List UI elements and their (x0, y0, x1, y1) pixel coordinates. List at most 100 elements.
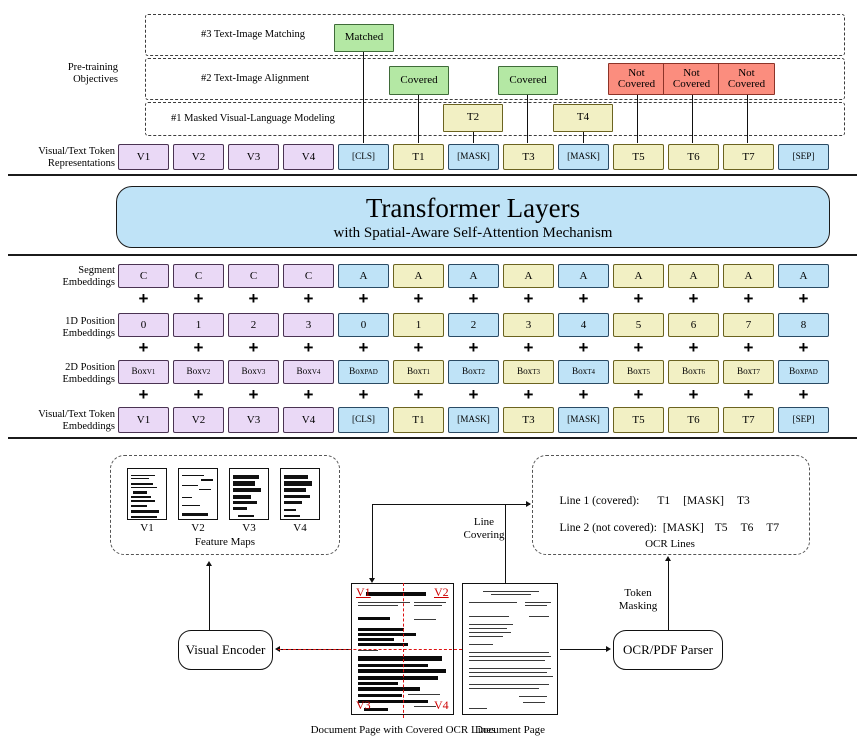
position-1d-embedding-10[interactable]: 5 (613, 313, 664, 337)
position-1d-embedding-13[interactable]: 8 (778, 313, 829, 337)
token-embedding-3[interactable]: V3 (228, 407, 279, 433)
covered-page-redaction (358, 656, 442, 661)
token-embedding-2[interactable]: V2 (173, 407, 224, 433)
position-1d-embedding-8[interactable]: 3 (503, 313, 554, 337)
segment-embedding-4-label: C (304, 269, 313, 282)
segment-embedding-11[interactable]: A (668, 264, 719, 288)
token-embedding-8[interactable]: T3 (503, 407, 554, 433)
token-representation-2[interactable]: V2 (173, 144, 224, 170)
position-2d-embedding-2-subscript: V2 (201, 367, 211, 376)
position-2d-embedding-13[interactable]: Box PAD (778, 360, 829, 384)
token-embedding-6[interactable]: T1 (393, 407, 444, 433)
segment-embedding-4[interactable]: C (283, 264, 334, 288)
token-embedding-7[interactable]: [MASK] (448, 407, 499, 433)
output-not-covered-2[interactable]: Not Covered (663, 63, 720, 95)
token-representation-8[interactable]: T3 (503, 144, 554, 170)
position-2d-embedding-8-base: Box (516, 366, 533, 377)
token-embedding-13[interactable]: [SEP] (778, 407, 829, 433)
segment-embedding-1[interactable]: C (118, 264, 169, 288)
position-1d-embedding-6[interactable]: 1 (393, 313, 444, 337)
position-1d-embedding-12[interactable]: 7 (723, 313, 774, 337)
visual-encoder-box[interactable]: Visual Encoder (178, 630, 273, 670)
segment-embedding-3-label: C (249, 269, 258, 282)
output-covered-1[interactable]: Covered (389, 66, 449, 95)
feature-map-thumbnail-3[interactable] (229, 468, 269, 520)
position-2d-embedding-8[interactable]: Box T3 (503, 360, 554, 384)
position-2d-embedding-9[interactable]: Box T4 (558, 360, 609, 384)
transformer-layers-box[interactable]: Transformer Layers with Spatial-Aware Se… (116, 186, 830, 248)
position-1d-embedding-2[interactable]: 1 (173, 313, 224, 337)
segment-embedding-7[interactable]: A (448, 264, 499, 288)
position-1d-embedding-3[interactable]: 2 (228, 313, 279, 337)
segment-embedding-5[interactable]: A (338, 264, 389, 288)
token-representation-1[interactable]: V1 (118, 144, 169, 170)
token-embedding-9[interactable]: [MASK] (558, 407, 609, 433)
position-1d-embedding-9[interactable]: 4 (558, 313, 609, 337)
feature-map-mark (284, 475, 308, 479)
segment-embedding-3[interactable]: C (228, 264, 279, 288)
position-2d-embedding-6-base: Box (406, 366, 423, 377)
position-1d-embedding-11[interactable]: 6 (668, 313, 719, 337)
token-representation-3[interactable]: V3 (228, 144, 279, 170)
token-representation-12[interactable]: T7 (723, 144, 774, 170)
document-page-line (469, 676, 553, 677)
token-representation-13[interactable]: [SEP] (778, 144, 829, 170)
output-not-covered-3[interactable]: Not Covered (718, 63, 775, 95)
ocr-pdf-parser-box[interactable]: OCR/PDF Parser (613, 630, 723, 670)
token-representation-9[interactable]: [MASK] (558, 144, 609, 170)
segment-embedding-8[interactable]: A (503, 264, 554, 288)
feature-map-thumbnail-2[interactable] (178, 468, 218, 520)
token-representation-6[interactable]: T1 (393, 144, 444, 170)
token-embedding-11[interactable]: T6 (668, 407, 719, 433)
token-representation-5[interactable]: [CLS] (338, 144, 389, 170)
output-covered-2[interactable]: Covered (498, 66, 558, 95)
token-representation-7[interactable]: [MASK] (448, 144, 499, 170)
covered-page-redaction (358, 633, 416, 636)
plus-sign-position2d-2: + (193, 385, 204, 404)
position-2d-embedding-3[interactable]: Box V3 (228, 360, 279, 384)
position-2d-embedding-11[interactable]: Box T6 (668, 360, 719, 384)
position-1d-embedding-1[interactable]: 0 (118, 313, 169, 337)
token-representation-4[interactable]: V4 (283, 144, 334, 170)
plus-sign-position2d-1: + (138, 385, 149, 404)
segment-embedding-6[interactable]: A (393, 264, 444, 288)
token-embedding-5[interactable]: [CLS] (338, 407, 389, 433)
segment-embedding-10[interactable]: A (613, 264, 664, 288)
token-embedding-10[interactable]: T5 (613, 407, 664, 433)
position-2d-embedding-2[interactable]: Box V2 (173, 360, 224, 384)
covered-page-redaction (366, 592, 426, 596)
position-2d-embedding-10[interactable]: Box T5 (613, 360, 664, 384)
output-mvlm-t4[interactable]: T4 (553, 104, 613, 132)
token-embedding-1[interactable]: V1 (118, 407, 169, 433)
position-1d-embedding-4[interactable]: 3 (283, 313, 334, 337)
feature-map-mark (131, 510, 159, 513)
output-not-covered-1[interactable]: Not Covered (608, 63, 665, 95)
segment-embedding-9-label: A (579, 269, 588, 282)
segment-embedding-12[interactable]: A (723, 264, 774, 288)
token-embedding-4[interactable]: V4 (283, 407, 334, 433)
position-2d-embedding-1[interactable]: Box V1 (118, 360, 169, 384)
segment-embedding-13[interactable]: A (778, 264, 829, 288)
token-representation-10[interactable]: T5 (613, 144, 664, 170)
position-2d-embedding-12[interactable]: Box T7 (723, 360, 774, 384)
position-1d-embedding-5[interactable]: 0 (338, 313, 389, 337)
token-embedding-12[interactable]: T7 (723, 407, 774, 433)
position-2d-embedding-4[interactable]: Box V4 (283, 360, 334, 384)
document-page-line (469, 624, 513, 625)
position-2d-embedding-6[interactable]: Box T1 (393, 360, 444, 384)
output-mvlm-t2[interactable]: T2 (443, 104, 503, 132)
output-matched[interactable]: Matched (334, 24, 394, 52)
covered-page-redaction (358, 669, 446, 673)
segment-embedding-2[interactable]: C (173, 264, 224, 288)
segment-embedding-9[interactable]: A (558, 264, 609, 288)
feature-map-mark (233, 481, 255, 486)
feature-map-thumbnail-4[interactable] (280, 468, 320, 520)
feature-map-thumbnail-1[interactable] (127, 468, 167, 520)
segment-embedding-8-label: A (524, 269, 533, 282)
document-page[interactable] (462, 583, 558, 715)
token-embedding-8-label: T3 (522, 413, 535, 426)
token-representation-11[interactable]: T6 (668, 144, 719, 170)
position-2d-embedding-5[interactable]: Box PAD (338, 360, 389, 384)
position-2d-embedding-7[interactable]: Box T2 (448, 360, 499, 384)
position-1d-embedding-7[interactable]: 2 (448, 313, 499, 337)
